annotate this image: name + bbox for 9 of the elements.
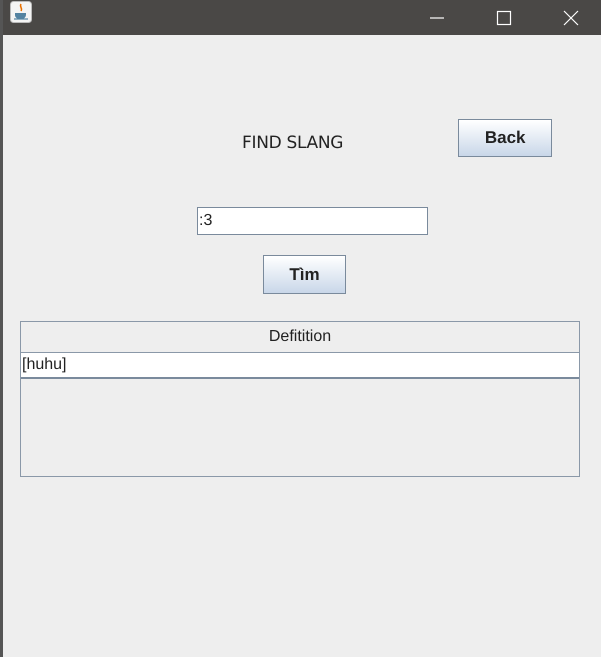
table-cell-text: [huhu]: [21, 355, 68, 375]
maximize-icon[interactable]: [496, 10, 512, 26]
cup-icon: [10, 1, 32, 23]
search-field[interactable]: :3: [197, 207, 428, 235]
heading: FIND SLANG: [242, 133, 344, 153]
column-header[interactable]: Defitition: [21, 322, 579, 352]
close-icon[interactable]: [563, 10, 579, 26]
back-button[interactable]: Back: [458, 119, 552, 157]
search-button[interactable]: Tìm: [263, 255, 346, 294]
